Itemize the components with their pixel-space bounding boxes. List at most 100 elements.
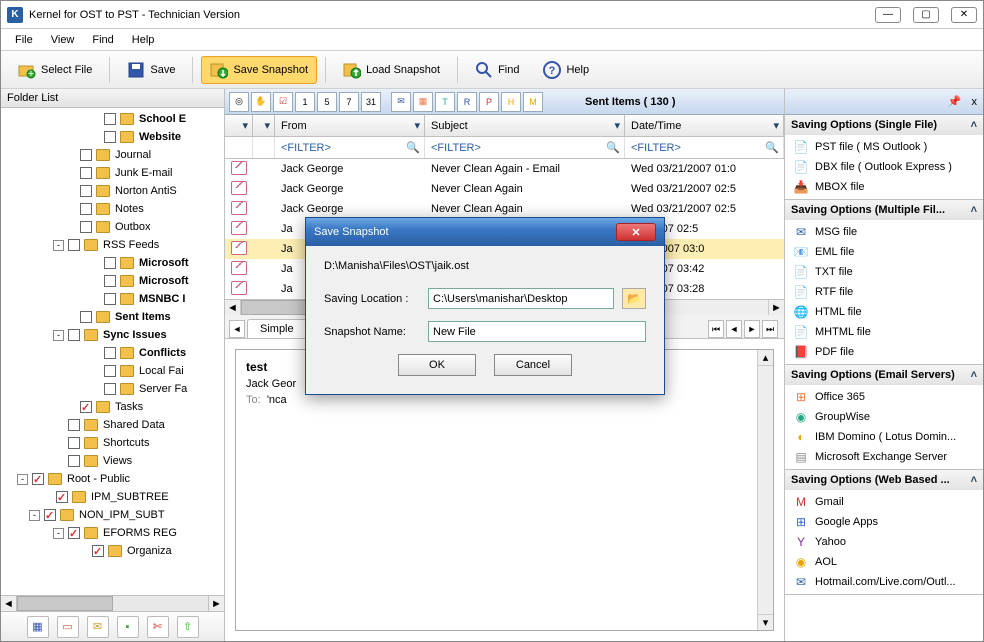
tree-item[interactable]: Views [3,452,224,470]
dropdown-icon[interactable]: ▾ [773,119,779,132]
tree-item[interactable]: School E [3,110,224,128]
saving-option-item[interactable]: ◉AOL [789,552,979,572]
tree-item[interactable]: -Sync Issues [3,326,224,344]
tree-checkbox[interactable] [104,257,116,269]
saving-option-item[interactable]: ⊞Office 365 [789,387,979,407]
tab-prev-icon[interactable]: ◄ [229,320,245,338]
filter-search-icon[interactable]: 🔍 [606,141,620,154]
grid-tool-31-icon[interactable]: 31 [361,92,381,112]
maximize-button[interactable]: ▢ [913,7,939,23]
saving-option-item[interactable]: ▤Microsoft Exchange Server [789,447,979,467]
filter-search-icon[interactable]: 🔍 [765,141,779,154]
view-calendar-icon[interactable]: ▦ [27,616,49,638]
view-contacts-icon[interactable]: ▭ [57,616,79,638]
saving-option-item[interactable]: ◉GroupWise [789,407,979,427]
tree-item[interactable]: -RSS Feeds [3,236,224,254]
grid-tool-txt-icon[interactable]: T [435,92,455,112]
tree-item[interactable]: Sent Items [3,308,224,326]
group-header[interactable]: Saving Options (Web Based ...˄ [785,470,983,490]
grid-tool-hand-icon[interactable]: ✋ [251,92,271,112]
saving-option-item[interactable]: 📄MHTML file [789,322,979,342]
table-row[interactable]: Jack GeorgeNever Clean AgainWed 03/21/20… [225,179,784,199]
tree-item[interactable]: -Root - Public [3,470,224,488]
table-row[interactable]: Jack GeorgeNever Clean AgainWed 03/21/20… [225,199,784,219]
tree-item[interactable]: Journal [3,146,224,164]
menu-file[interactable]: File [15,34,33,46]
tree-checkbox[interactable] [80,167,92,179]
saving-option-item[interactable]: 📄RTF file [789,282,979,302]
grid-tool-7-icon[interactable]: 7 [339,92,359,112]
folder-tree[interactable]: School EWebsiteJournalJunk E-mailNorton … [1,108,224,595]
col-date-header[interactable]: Date/Time▾ [625,115,784,136]
tree-expander-icon[interactable]: - [53,528,64,539]
save-snapshot-button[interactable]: Save Snapshot [201,56,317,84]
view-up-icon[interactable]: ⇧ [177,616,199,638]
ok-button[interactable]: OK [398,354,476,376]
grid-tool-rtf-icon[interactable]: R [457,92,477,112]
saving-option-item[interactable]: ◐IBM Domino ( Lotus Domin... [789,427,979,447]
tree-item[interactable]: MSNBC I [3,290,224,308]
tree-checkbox[interactable] [80,221,92,233]
filter-date[interactable]: <FILTER>🔍 [625,137,784,158]
saving-option-item[interactable]: 📥MBOX file [789,177,979,197]
tree-item[interactable]: -NON_IPM_SUBT [3,506,224,524]
dialog-titlebar[interactable]: Save Snapshot ✕ [306,218,664,246]
tree-item[interactable]: Microsoft [3,272,224,290]
dropdown-icon[interactable]: ▾ [242,119,248,132]
tree-checkbox[interactable] [68,239,80,251]
col-subject-header[interactable]: Subject▾ [425,115,625,136]
tree-checkbox[interactable] [80,401,92,413]
saving-option-item[interactable]: 📄TXT file [789,262,979,282]
save-button[interactable]: Save [118,56,184,84]
tree-checkbox[interactable] [80,149,92,161]
grid-tool-5-icon[interactable]: 5 [317,92,337,112]
tree-item[interactable]: Conflicts [3,344,224,362]
dropdown-icon[interactable]: ▾ [414,119,420,132]
table-row[interactable]: Jack GeorgeNever Clean Again - EmailWed … [225,159,784,179]
saving-option-item[interactable]: ⊞Google Apps [789,512,979,532]
help-button[interactable]: ? Help [534,56,598,84]
tree-hscrollbar[interactable]: ◄ ► [1,595,224,611]
tree-checkbox[interactable] [104,113,116,125]
tree-item[interactable]: IPM_SUBTREE [3,488,224,506]
col-from-header[interactable]: From▾ [275,115,425,136]
tree-checkbox[interactable] [68,527,80,539]
find-button[interactable]: Find [466,56,528,84]
tree-checkbox[interactable] [104,131,116,143]
tree-checkbox[interactable] [80,311,92,323]
tree-checkbox[interactable] [68,437,80,449]
tree-item[interactable]: Local Fai [3,362,224,380]
scroll-right-icon[interactable]: ► [768,300,784,315]
scroll-thumb[interactable] [17,596,113,611]
tree-checkbox[interactable] [68,329,80,341]
group-header[interactable]: Saving Options (Email Servers)˄ [785,365,983,385]
tree-expander-icon[interactable]: - [29,510,40,521]
tree-checkbox[interactable] [68,455,80,467]
snapshot-name-input[interactable] [428,321,646,342]
tree-item[interactable]: Junk E-mail [3,164,224,182]
grid-tool-envelope-icon[interactable]: ✉ [391,92,411,112]
scroll-up-icon[interactable]: ▴ [758,350,773,366]
tree-item[interactable]: Server Fa [3,380,224,398]
tree-item[interactable]: Shared Data [3,416,224,434]
tab-nav-last-icon[interactable]: ⏭ [762,320,778,338]
cancel-button[interactable]: Cancel [494,354,572,376]
pin-icon[interactable]: 📌 [948,95,962,108]
dropdown-icon[interactable]: ▾ [614,119,620,132]
tree-item[interactable]: Notes [3,200,224,218]
tree-checkbox[interactable] [104,347,116,359]
saving-option-item[interactable]: ✉Hotmail.com/Live.com/Outl... [789,572,979,592]
view-mail-icon[interactable]: ✉ [87,616,109,638]
filter-search-icon[interactable]: 🔍 [406,141,420,154]
tree-item[interactable]: Shortcuts [3,434,224,452]
scroll-right-icon[interactable]: ► [208,596,224,611]
browse-button[interactable]: 📂 [622,288,646,309]
tree-item[interactable]: Norton AntiS [3,182,224,200]
saving-option-item[interactable]: YYahoo [789,532,979,552]
tab-simple[interactable]: Simple [247,319,307,338]
scroll-left-icon[interactable]: ◄ [1,596,17,611]
saving-option-item[interactable]: MGmail [789,492,979,512]
tree-checkbox[interactable] [104,365,116,377]
saving-option-item[interactable]: 📄DBX file ( Outlook Express ) [789,157,979,177]
filter-subject[interactable]: <FILTER>🔍 [425,137,625,158]
